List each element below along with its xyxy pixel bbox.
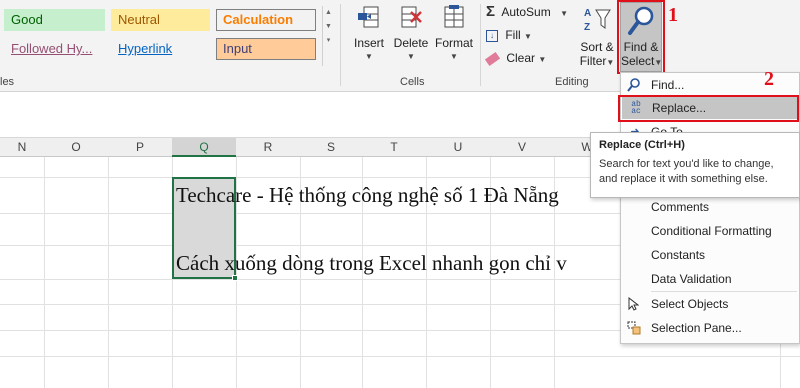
fill-label: Fill — [505, 28, 521, 42]
autosum-label: AutoSum — [501, 5, 551, 19]
grid-line — [44, 157, 45, 388]
delete-button[interactable]: Delete ▼ — [392, 4, 430, 64]
selection-pane-icon — [627, 321, 643, 335]
menu-item-select-objects-label: Select Objects — [651, 297, 729, 311]
svg-text:A: A — [584, 8, 591, 19]
autosum-button[interactable]: Σ AutoSum ▼ — [486, 4, 568, 22]
menu-item-comments[interactable]: Comments — [621, 196, 799, 218]
insert-icon — [356, 4, 382, 32]
menu-item-data-validation-label: Data Validation — [651, 272, 732, 286]
autosum-icon: Σ — [486, 3, 496, 20]
style-neutral[interactable]: Neutral — [111, 9, 210, 31]
column-header-s[interactable]: S — [300, 137, 362, 157]
menu-item-conditional-formatting-label: Conditional Formatting — [651, 224, 772, 238]
insert-dropdown-icon: ▼ — [365, 52, 373, 61]
column-header-o[interactable]: O — [44, 137, 108, 157]
grid-line — [108, 157, 109, 388]
style-hyperlink[interactable]: Hyperlink — [111, 38, 210, 60]
editing-group-label: Editing — [555, 76, 589, 88]
fill-dropdown-icon: ▼ — [524, 32, 532, 41]
clear-button[interactable]: Clear ▼ — [484, 50, 547, 68]
annotation-box-1 — [617, 0, 665, 74]
menu-item-find-label: Find... — [651, 78, 685, 92]
clear-dropdown-icon: ▼ — [538, 55, 547, 64]
separator — [340, 4, 341, 86]
menu-separator — [651, 291, 797, 292]
sort-filter-label-1: Sort & — [580, 40, 614, 54]
style-calculation[interactable]: Calculation — [216, 9, 316, 31]
menu-item-data-validation[interactable]: Data Validation — [621, 268, 799, 290]
style-followed-hyperlink[interactable]: Followed Hy... — [4, 38, 105, 60]
gallery-more-icon[interactable]: ▾ — [323, 34, 334, 48]
gallery-scroll[interactable]: ▲ ▼ ▾ — [322, 6, 334, 66]
delete-dropdown-icon: ▼ — [407, 52, 415, 61]
column-header-q[interactable]: Q — [172, 137, 236, 157]
column-header-u[interactable]: U — [426, 137, 490, 157]
menu-item-selection-pane[interactable]: Selection Pane... — [621, 317, 799, 339]
menu-item-select-objects[interactable]: Select Objects — [621, 293, 799, 315]
column-header-p[interactable]: P — [108, 137, 172, 157]
menu-item-constants-label: Constants — [651, 248, 706, 262]
insert-label: Insert — [353, 36, 384, 50]
format-label: Format — [434, 36, 473, 50]
gallery-up-icon[interactable]: ▲ — [323, 6, 334, 20]
style-good[interactable]: Good — [4, 9, 105, 31]
clear-label: Clear — [506, 51, 536, 65]
sort-filter-label-2: Filter▼ — [579, 54, 615, 68]
tooltip-title: Replace (Ctrl+H) — [599, 139, 685, 151]
annotation-number-2: 2 — [764, 68, 774, 90]
select-objects-icon — [627, 297, 643, 311]
eraser-icon — [484, 51, 501, 66]
column-header-r[interactable]: R — [236, 137, 300, 157]
format-icon — [441, 4, 467, 32]
delete-icon — [398, 4, 424, 32]
find-icon — [627, 78, 643, 92]
annotation-box-2 — [618, 95, 799, 122]
insert-button[interactable]: Insert ▼ — [350, 4, 388, 64]
grid-line — [0, 356, 800, 357]
menu-item-constants[interactable]: Constants — [621, 244, 799, 266]
styles-group-label: les — [0, 76, 15, 88]
tooltip-body: Search for text you'd like to change, an… — [599, 158, 774, 185]
delete-label: Delete — [393, 36, 429, 50]
separator — [480, 4, 481, 86]
gallery-down-icon[interactable]: ▼ — [323, 20, 334, 34]
column-header-t[interactable]: T — [362, 137, 426, 157]
column-header-n[interactable]: N — [0, 137, 44, 157]
format-dropdown-icon: ▼ — [450, 52, 458, 61]
sort-filter-button[interactable]: AZ Sort & Filter▼ — [576, 4, 618, 70]
sort-filter-dropdown-icon: ▼ — [606, 58, 615, 67]
style-input[interactable]: Input — [216, 38, 316, 60]
annotation-number-1: 1 — [668, 4, 678, 26]
column-header-v[interactable]: V — [490, 137, 554, 157]
svg-text:Z: Z — [584, 22, 590, 33]
format-button[interactable]: Format ▼ — [434, 4, 474, 64]
menu-item-conditional-formatting[interactable]: Conditional Formatting — [621, 220, 799, 242]
cell-text-line-2[interactable]: Cách xuống dòng trong Excel nhanh gọn ch… — [176, 251, 567, 276]
fill-button[interactable]: ↓ Fill ▼ — [486, 27, 532, 45]
fill-icon: ↓ — [486, 29, 498, 42]
cells-group-label: Cells — [400, 76, 425, 88]
autosum-dropdown-icon: ▼ — [560, 9, 568, 18]
replace-tooltip: Replace (Ctrl+H) Search for text you'd l… — [590, 132, 800, 198]
sort-filter-icon: AZ — [582, 4, 612, 36]
menu-item-comments-label: Comments — [651, 200, 710, 214]
cell-text-line-1[interactable]: Techcare - Hệ thống công nghệ số 1 Đà Nẵ… — [176, 183, 559, 208]
menu-item-selection-pane-label: Selection Pane... — [651, 321, 742, 335]
